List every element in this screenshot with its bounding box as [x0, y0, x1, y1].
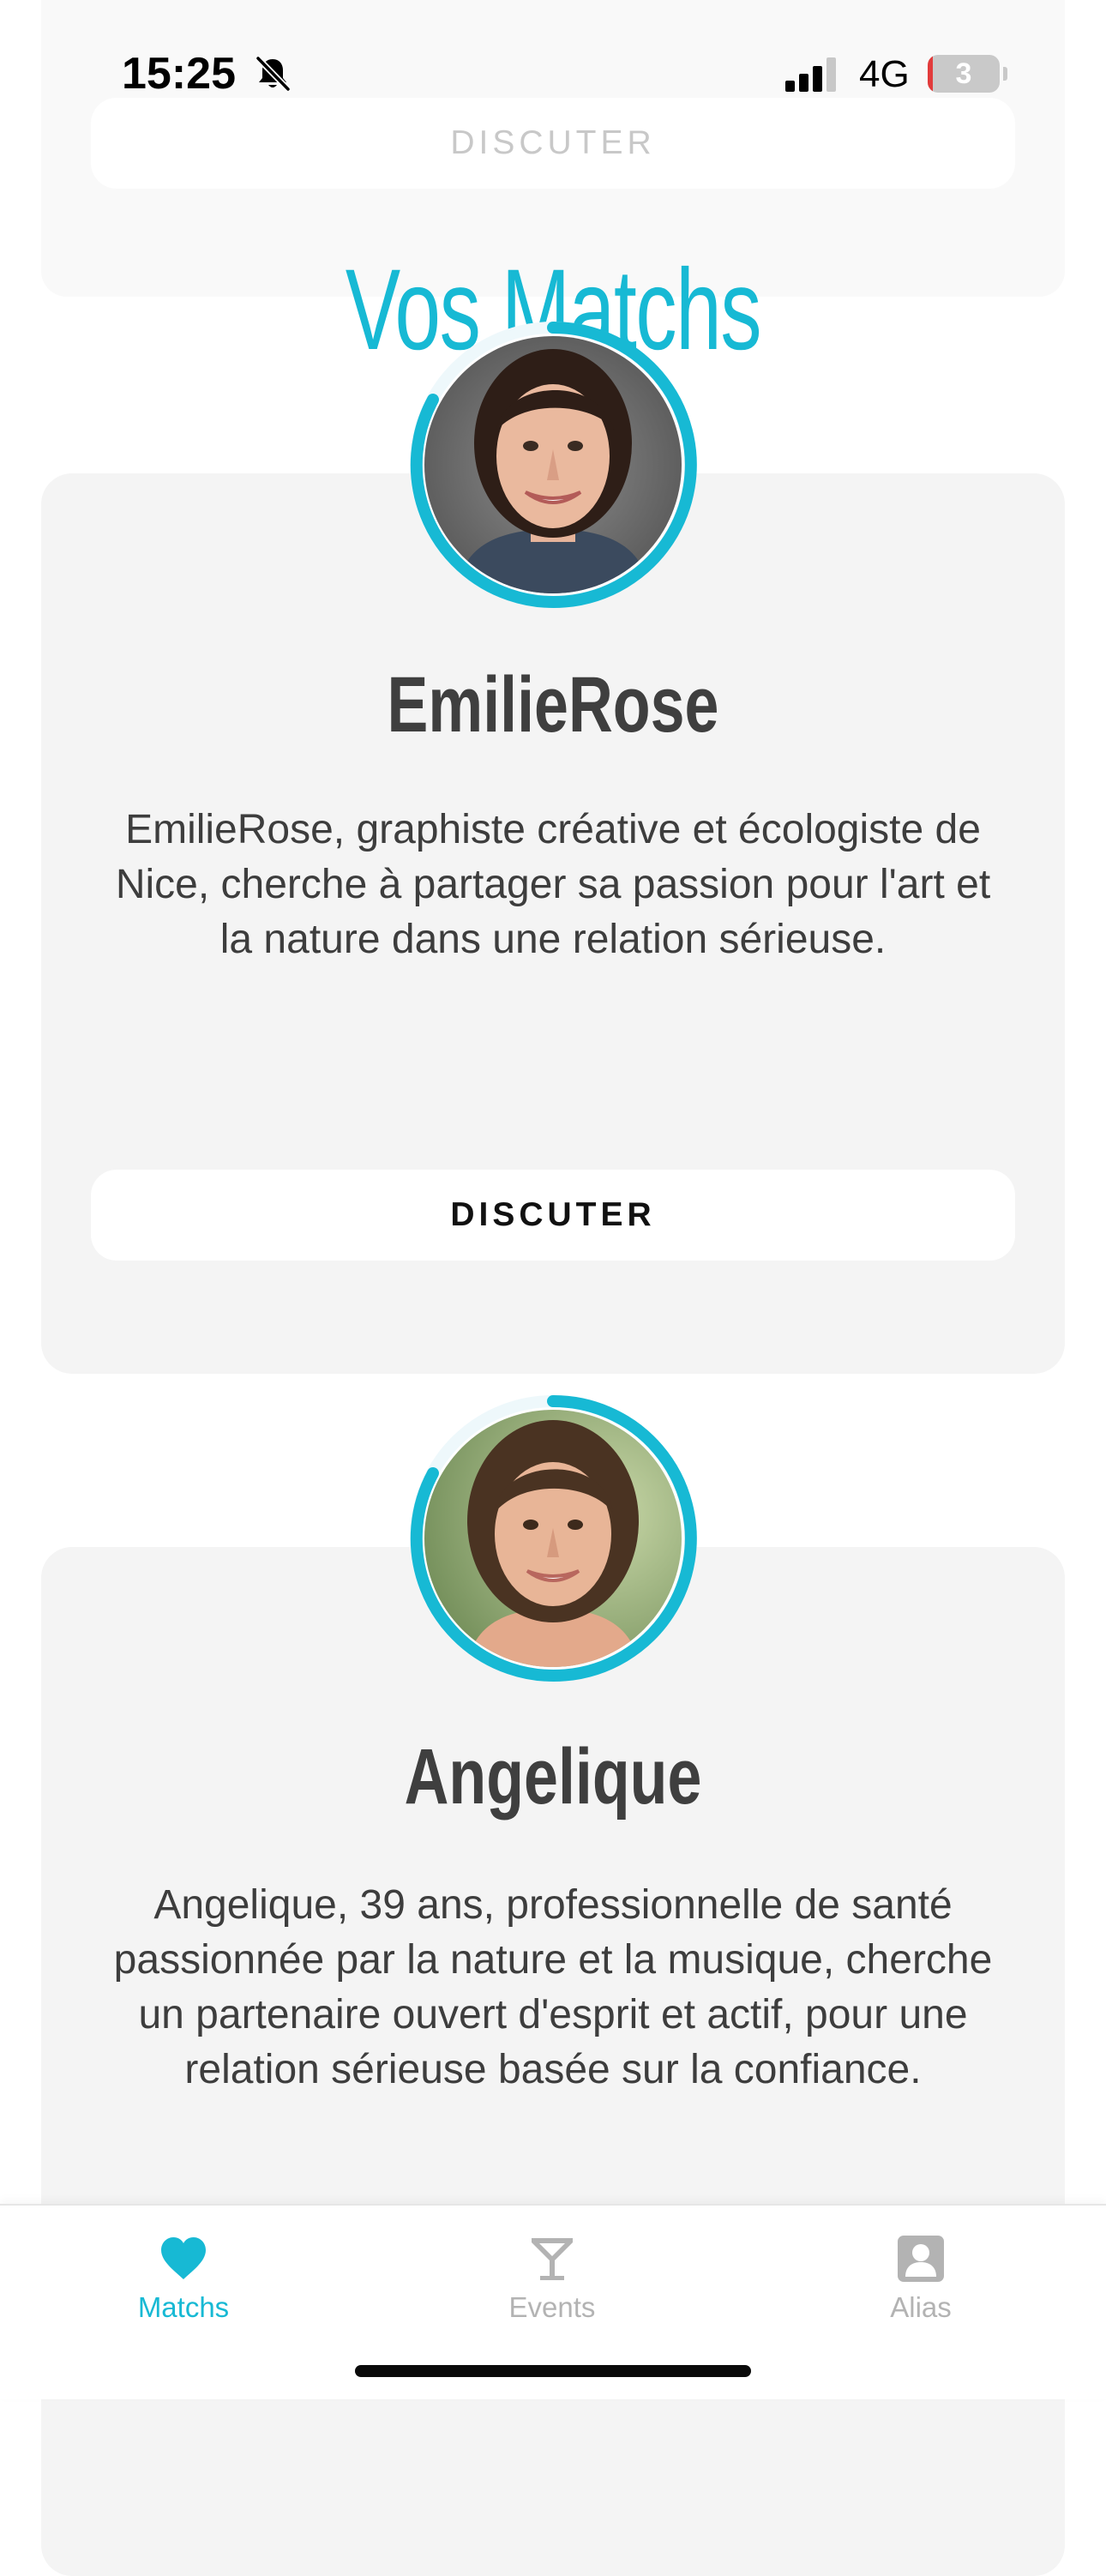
avatar-photo — [424, 1410, 682, 1667]
battery-icon: 3 — [928, 55, 1007, 93]
heart-icon — [161, 2237, 206, 2279]
cocktail-glass-icon — [532, 2238, 573, 2280]
match-name: Angelique — [404, 1733, 702, 1821]
tab-events[interactable]: Events — [449, 2206, 655, 2334]
status-time: 15:25 — [122, 49, 236, 99]
tab-alias[interactable]: Alias — [818, 2206, 1024, 2334]
avatar[interactable] — [409, 1394, 697, 1682]
avatar[interactable] — [409, 321, 697, 609]
match-bio: Angelique, 39 ans, professionnelle de sa… — [113, 1882, 993, 2092]
home-indicator[interactable] — [355, 2365, 751, 2377]
tab-label: Events — [508, 2291, 596, 2323]
chat-button[interactable]: DISCUTER — [91, 1170, 1015, 1261]
status-bar: 15:25 4G 3 — [0, 0, 1106, 146]
match-name: EmilieRose — [387, 661, 719, 749]
battery-percent: 3 — [955, 57, 972, 90]
bell-slash-icon — [255, 55, 292, 93]
match-bio: EmilieRose, graphiste créative et écolog… — [115, 807, 991, 962]
tab-label: Matchs — [137, 2291, 230, 2323]
signal-icon — [785, 57, 836, 92]
tab-matchs[interactable]: Matchs — [81, 2206, 286, 2334]
tab-label: Alias — [890, 2291, 952, 2323]
network-label: 4G — [859, 53, 910, 95]
avatar-photo — [424, 336, 682, 593]
match-card: Angelique Angelique, 39 ans, professionn… — [41, 1547, 1065, 2576]
profile-icon — [898, 2236, 944, 2282]
